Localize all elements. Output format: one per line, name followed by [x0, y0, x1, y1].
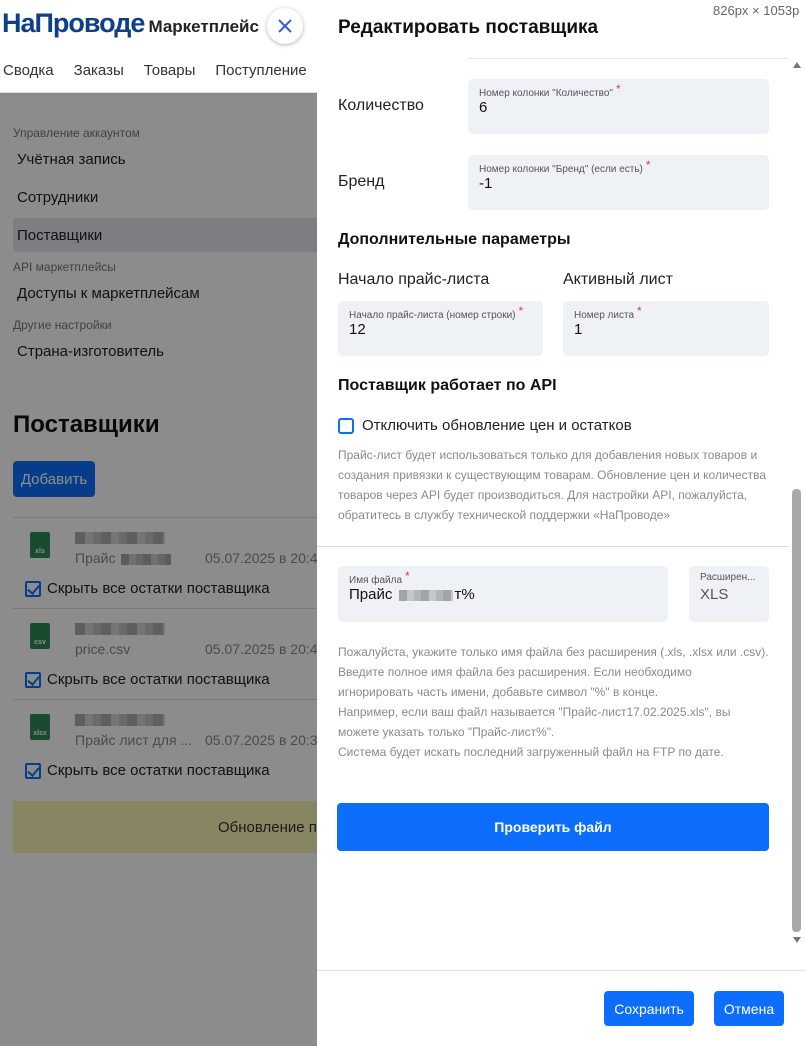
close-button[interactable] [267, 8, 303, 44]
field-value: Прайс т% [349, 586, 475, 603]
file-name-field[interactable]: Имя файла * Прайс т% [338, 566, 668, 622]
required-mark: * [637, 304, 642, 318]
quantity-column-field[interactable]: Номер колонки "Количество" * 6 [468, 79, 769, 134]
scroll-up-arrow-icon[interactable] [793, 62, 801, 68]
field-value: 12 [349, 321, 366, 338]
check-file-button[interactable]: Проверить файл [337, 803, 769, 851]
help-line: можете указать только "Прайс-лист%". [338, 725, 555, 739]
scrollbar-thumb[interactable] [792, 489, 801, 932]
edit-supplier-panel: Редактировать поставщика Количество Номе… [317, 0, 806, 1046]
quantity-label: Количество [338, 97, 424, 114]
extension-field[interactable]: Расширен... XLS [689, 566, 769, 622]
disable-updates-checkbox[interactable] [338, 417, 354, 434]
required-mark: * [645, 158, 651, 172]
price-start-label: Начало прайс-листа [338, 271, 490, 288]
field-label: Расширен... [700, 572, 756, 583]
top-nav: Сводка Заказы Товары Поступление [3, 62, 327, 79]
panel-title: Редактировать поставщика [338, 17, 599, 38]
sheet-number-field[interactable]: Номер листа * 1 [563, 301, 769, 356]
disable-updates-label: Отключить обновление цен и остатков [362, 417, 632, 434]
section-divider [317, 546, 789, 547]
help-line: Введите полное имя файла без расширения.… [338, 665, 692, 679]
field-label-text: Начало прайс-листа (номер строки) [349, 310, 516, 321]
required-mark: * [615, 82, 621, 96]
file-name-suffix: т% [454, 586, 475, 603]
logo[interactable]: НаПроводе Маркетплейс [2, 8, 259, 39]
brand-column-field[interactable]: Номер колонки "Бренд" (если есть) * -1 [468, 155, 769, 210]
field-value: 6 [479, 99, 488, 116]
redacted-text [398, 589, 453, 601]
field-label: Начало прайс-листа (номер строки) * [349, 304, 524, 321]
file-name-prefix: Прайс [349, 586, 393, 603]
close-icon [278, 19, 292, 33]
logo-main: НаПроводе [2, 8, 145, 38]
help-line: игнорировать часть имени, добавьте симво… [338, 685, 659, 699]
field-label: Номер колонки "Бренд" (если есть) * [479, 158, 651, 175]
field-label-text: Номер листа [574, 310, 635, 321]
extra-params-heading: Дополнительные параметры [338, 231, 571, 248]
field-label-text: Имя файла [349, 575, 403, 586]
cancel-button[interactable]: Отмена [714, 991, 784, 1026]
nav-item-products[interactable]: Товары [144, 62, 196, 79]
file-help-text: Пожалуйста, укажите только имя файла без… [338, 642, 778, 762]
disable-updates-row[interactable]: Отключить обновление цен и остатков [338, 417, 632, 434]
price-start-field[interactable]: Начало прайс-листа (номер строки) * 12 [338, 301, 543, 356]
field-value: XLS [700, 586, 729, 603]
scroll-down-arrow-icon[interactable] [793, 937, 801, 943]
field-value: 1 [574, 321, 583, 338]
footer-divider [317, 970, 806, 971]
logo-sub: Маркетплейс [148, 17, 259, 36]
help-line: Например, если ваш файл называется "Прай… [338, 705, 731, 719]
field-label: Номер колонки "Количество" * [479, 82, 621, 99]
api-heading: Поставщик работает по API [338, 377, 557, 394]
field-label: Имя файла * [349, 569, 410, 586]
field-label-text: Номер колонки "Бренд" (если есть) [479, 164, 643, 175]
active-sheet-label: Активный лист [563, 271, 673, 288]
nav-item-receipts[interactable]: Поступление [215, 62, 306, 79]
dimensions-label: 826px × 1053p [713, 3, 800, 18]
modal-backdrop[interactable] [0, 93, 317, 1046]
required-mark: * [405, 569, 410, 583]
field-label-text: Номер колонки "Количество" [479, 88, 613, 99]
required-mark: * [518, 304, 524, 318]
nav-item-summary[interactable]: Сводка [3, 62, 54, 79]
save-button[interactable]: Сохранить [604, 991, 694, 1026]
field-label: Номер листа * [574, 304, 642, 321]
nav-item-orders[interactable]: Заказы [74, 62, 124, 79]
help-line: Система будет искать последний загруженн… [338, 745, 724, 759]
help-line: Пожалуйста, укажите только имя файла без… [338, 645, 769, 659]
field-value: -1 [479, 175, 493, 192]
api-help-text: Прайс-лист будет использоваться только д… [338, 448, 766, 522]
top-divider [467, 58, 789, 59]
brand-label: Бренд [338, 173, 385, 190]
